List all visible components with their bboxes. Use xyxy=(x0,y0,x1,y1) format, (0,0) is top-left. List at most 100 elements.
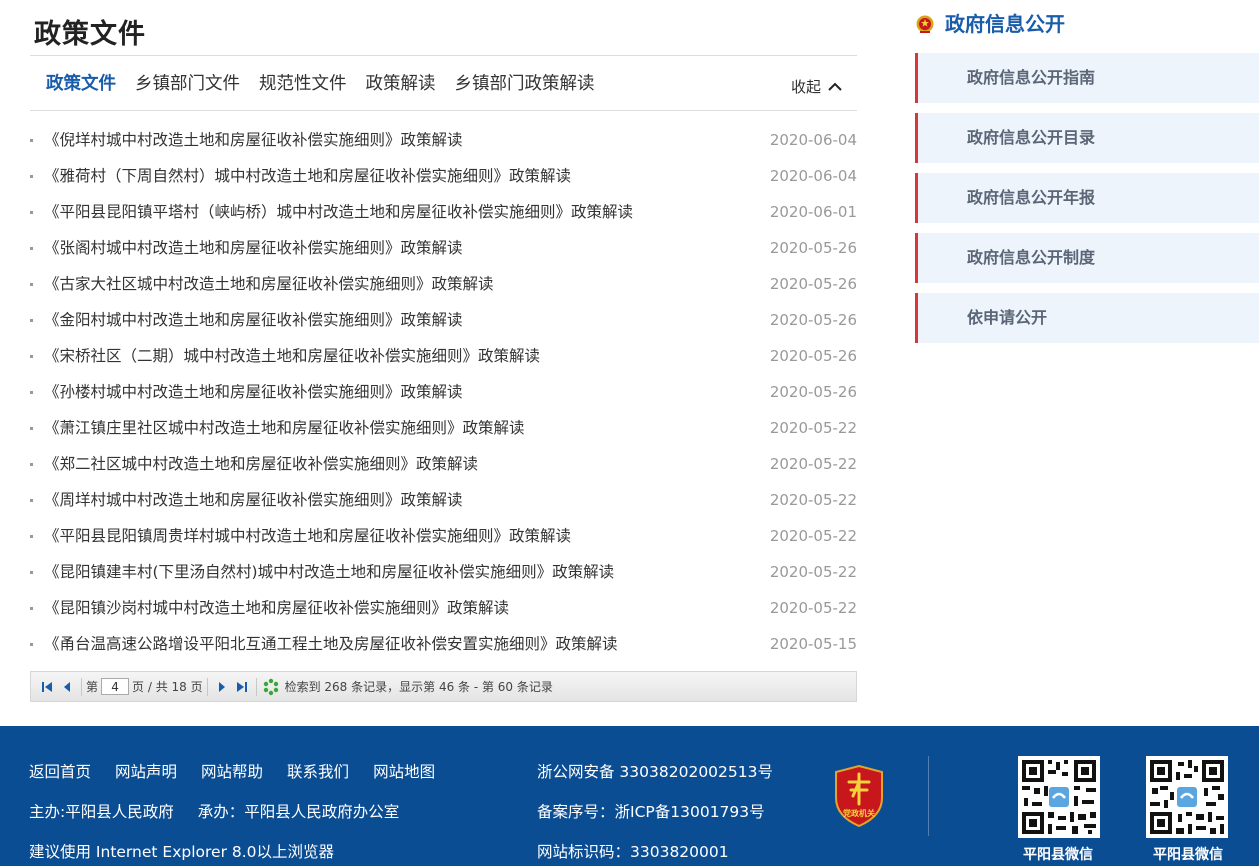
document-date: 2020-05-22 xyxy=(769,455,857,473)
tab-policy-interpretation[interactable]: 政策解读 xyxy=(366,70,436,95)
sidebar-title: 政府信息公开 xyxy=(945,12,1065,36)
title-divider xyxy=(30,55,857,56)
bullet-icon xyxy=(30,535,33,538)
list-item: 《昆阳镇沙岗村城中村改造土地和房屋征收补偿实施细则》政策解读 2020-05-22 xyxy=(30,590,857,626)
footer-link-sitemap[interactable]: 网站地图 xyxy=(373,760,435,782)
document-link[interactable]: 《郑二社区城中村改造土地和房屋征收补偿实施细则》政策解读 xyxy=(44,446,478,482)
chevron-up-icon xyxy=(828,82,842,91)
list-item: 《金阳村城中村改造土地和房屋征收补偿实施细则》政策解读 2020-05-26 xyxy=(30,302,857,338)
document-date: 2020-05-26 xyxy=(769,383,857,401)
tabs-divider xyxy=(30,110,857,111)
qr-code-image xyxy=(1018,756,1100,838)
document-link[interactable]: 《昆阳镇建丰村(下里汤自然村)城中村改造土地和房屋征收补偿实施细则》政策解读 xyxy=(44,554,614,590)
document-date: 2020-05-22 xyxy=(769,599,857,617)
document-link[interactable]: 《张阁村城中村改造土地和房屋征收补偿实施细则》政策解读 xyxy=(44,230,463,266)
bullet-icon xyxy=(30,355,33,358)
bullet-icon xyxy=(30,571,33,574)
page-number-input[interactable] xyxy=(101,678,130,695)
document-link[interactable]: 《平阳县昆阳镇周贵垟村城中村改造土地和房屋征收补偿实施细则》政策解读 xyxy=(44,518,571,554)
document-list: 《倪垟村城中村改造土地和房屋征收补偿实施细则》政策解读 2020-06-04 《雅荷… xyxy=(30,122,857,662)
next-page-icon[interactable] xyxy=(212,677,232,697)
sidebar-menu: 政府信息公开指南 政府信息公开目录 政府信息公开年报 政府信息公开制度 依申请公… xyxy=(915,53,1259,353)
document-link[interactable]: 《倪垟村城中村改造土地和房屋征收补偿实施细则》政策解读 xyxy=(44,122,463,158)
list-item: 《古家大社区城中村改造土地和房屋征收补偿实施细则》政策解读 2020-05-26 xyxy=(30,266,857,302)
pager-separator xyxy=(81,677,82,696)
tab-township-policy-interpretation[interactable]: 乡镇部门政策解读 xyxy=(455,70,595,95)
last-page-icon[interactable] xyxy=(232,677,252,697)
document-link[interactable]: 《雅荷村（下周自然村）城中村改造土地和房屋征收补偿实施细则》政策解读 xyxy=(44,158,571,194)
refresh-icon[interactable] xyxy=(261,677,281,697)
sidebar-item-annual-report[interactable]: 政府信息公开年报 xyxy=(915,173,1259,223)
document-link[interactable]: 《宋桥社区（二期）城中村改造土地和房屋征收补偿实施细则》政策解读 xyxy=(44,338,540,374)
tab-normative-documents[interactable]: 规范性文件 xyxy=(259,70,347,95)
bullet-icon xyxy=(30,607,33,610)
bullet-icon xyxy=(30,139,33,142)
document-date: 2020-05-26 xyxy=(769,239,857,257)
bullet-icon xyxy=(30,175,33,178)
document-date: 2020-06-01 xyxy=(769,203,857,221)
document-link[interactable]: 《甬台温高速公路增设平阳北互通工程土地及房屋征收补偿安置实施细则》政策解读 xyxy=(44,626,618,662)
sidebar-item-system[interactable]: 政府信息公开制度 xyxy=(915,233,1259,283)
footer-organizer: 承办：平阳县人民政府办公室 xyxy=(197,803,400,821)
list-item: 《倪垟村城中村改造土地和房屋征收补偿实施细则》政策解读 2020-06-04 xyxy=(30,122,857,158)
national-emblem-icon xyxy=(916,15,934,33)
collapse-label: 收起 xyxy=(790,78,821,96)
list-item: 《昆阳镇建丰村(下里汤自然村)城中村改造土地和房屋征收补偿实施细则》政策解读 20… xyxy=(30,554,857,590)
document-link[interactable]: 《昆阳镇沙岗村城中村改造土地和房屋征收补偿实施细则》政策解读 xyxy=(44,590,509,626)
sidebar-item-catalog[interactable]: 政府信息公开目录 xyxy=(915,113,1259,163)
collapse-button[interactable]: 收起 xyxy=(791,76,843,97)
prev-page-icon[interactable] xyxy=(57,677,77,697)
footer-site-code: 网站标识码：3303820001 xyxy=(537,843,729,861)
footer: 返回首页 网站声明 网站帮助 联系我们 网站地图 主办:平阳县人民政府 承办：平阳… xyxy=(0,726,1259,866)
page-total: 页 / 共 18 页 xyxy=(132,680,203,694)
document-link[interactable]: 《孙楼村城中村改造土地和房屋征收补偿实施细则》政策解读 xyxy=(44,374,463,410)
sidebar-item-guide[interactable]: 政府信息公开指南 xyxy=(915,53,1259,103)
page-prefix: 第 xyxy=(86,680,99,694)
document-date: 2020-05-22 xyxy=(769,491,857,509)
document-link[interactable]: 《古家大社区城中村改造土地和房屋征收补偿实施细则》政策解读 xyxy=(44,266,494,302)
bullet-icon xyxy=(30,499,33,502)
footer-link-statement[interactable]: 网站声明 xyxy=(115,760,177,782)
footer-link-contact[interactable]: 联系我们 xyxy=(287,760,349,782)
list-item: 《宋桥社区（二期）城中村改造土地和房屋征收补偿实施细则》政策解读 2020-05-… xyxy=(30,338,857,374)
bullet-icon xyxy=(30,283,33,286)
document-date: 2020-05-26 xyxy=(769,311,857,329)
document-date: 2020-05-26 xyxy=(769,347,857,365)
bullet-icon xyxy=(30,211,33,214)
footer-icp-record[interactable]: 备案序号：浙ICP备13001793号 xyxy=(537,800,765,822)
footer-police-record[interactable]: 浙公网安备 33038202002513号 xyxy=(537,760,773,782)
bullet-icon xyxy=(30,319,33,322)
document-date: 2020-06-04 xyxy=(769,167,857,185)
tab-bar: 政策文件 乡镇部门文件 规范性文件 政策解读 乡镇部门政策解读 xyxy=(46,70,595,95)
pager-separator xyxy=(206,677,208,696)
qr-label: 平阳县微信 xyxy=(1023,847,1093,863)
document-link[interactable]: 《平阳县昆阳镇平塔村（峡屿桥）城中村改造土地和房屋征收补偿实施细则》政策解读 xyxy=(44,194,633,230)
footer-host-line: 主办:平阳县人民政府 承办：平阳县人民政府办公室 xyxy=(29,800,399,822)
bullet-icon xyxy=(30,391,33,394)
footer-host: 主办:平阳县人民政府 xyxy=(29,803,174,821)
page-title: 政策文件 xyxy=(34,19,146,50)
list-item: 《孙楼村城中村改造土地和房屋征收补偿实施细则》政策解读 2020-05-26 xyxy=(30,374,857,410)
pagination-bar: 第 页 / 共 18 页 检索到 268 条记录，显示第 46 条 - 第 60… xyxy=(30,671,857,702)
document-link[interactable]: 《周垟村城中村改造土地和房屋征收补偿实施细则》政策解读 xyxy=(44,482,463,518)
tab-township-documents[interactable]: 乡镇部门文件 xyxy=(135,70,240,95)
document-date: 2020-05-26 xyxy=(769,275,857,293)
qr-label: 平阳县微信 xyxy=(1153,847,1223,863)
footer-link-home[interactable]: 返回首页 xyxy=(29,760,91,782)
document-date: 2020-05-22 xyxy=(769,527,857,545)
document-link[interactable]: 《金阳村城中村改造土地和房屋征收补偿实施细则》政策解读 xyxy=(44,302,463,338)
first-page-icon[interactable] xyxy=(37,677,57,697)
document-link[interactable]: 《萧江镇庄里社区城中村改造土地和房屋征收补偿实施细则》政策解读 xyxy=(44,410,525,446)
footer-link-help[interactable]: 网站帮助 xyxy=(201,760,263,782)
bullet-icon xyxy=(30,247,33,250)
tab-policy-documents[interactable]: 政策文件 xyxy=(46,70,116,95)
sidebar-item-apply-disclosure[interactable]: 依申请公开 xyxy=(915,293,1259,343)
qr-code-image xyxy=(1146,756,1228,838)
document-date: 2020-05-22 xyxy=(769,563,857,581)
pager-separator xyxy=(255,677,257,696)
party-government-emblem-icon[interactable]: 党政机关 xyxy=(832,764,886,832)
bullet-icon xyxy=(30,427,33,430)
list-item: 《平阳县昆阳镇平塔村（峡屿桥）城中村改造土地和房屋征收补偿实施细则》政策解读 20… xyxy=(30,194,857,230)
list-item: 《周垟村城中村改造土地和房屋征收补偿实施细则》政策解读 2020-05-22 xyxy=(30,482,857,518)
bullet-icon xyxy=(30,463,33,466)
